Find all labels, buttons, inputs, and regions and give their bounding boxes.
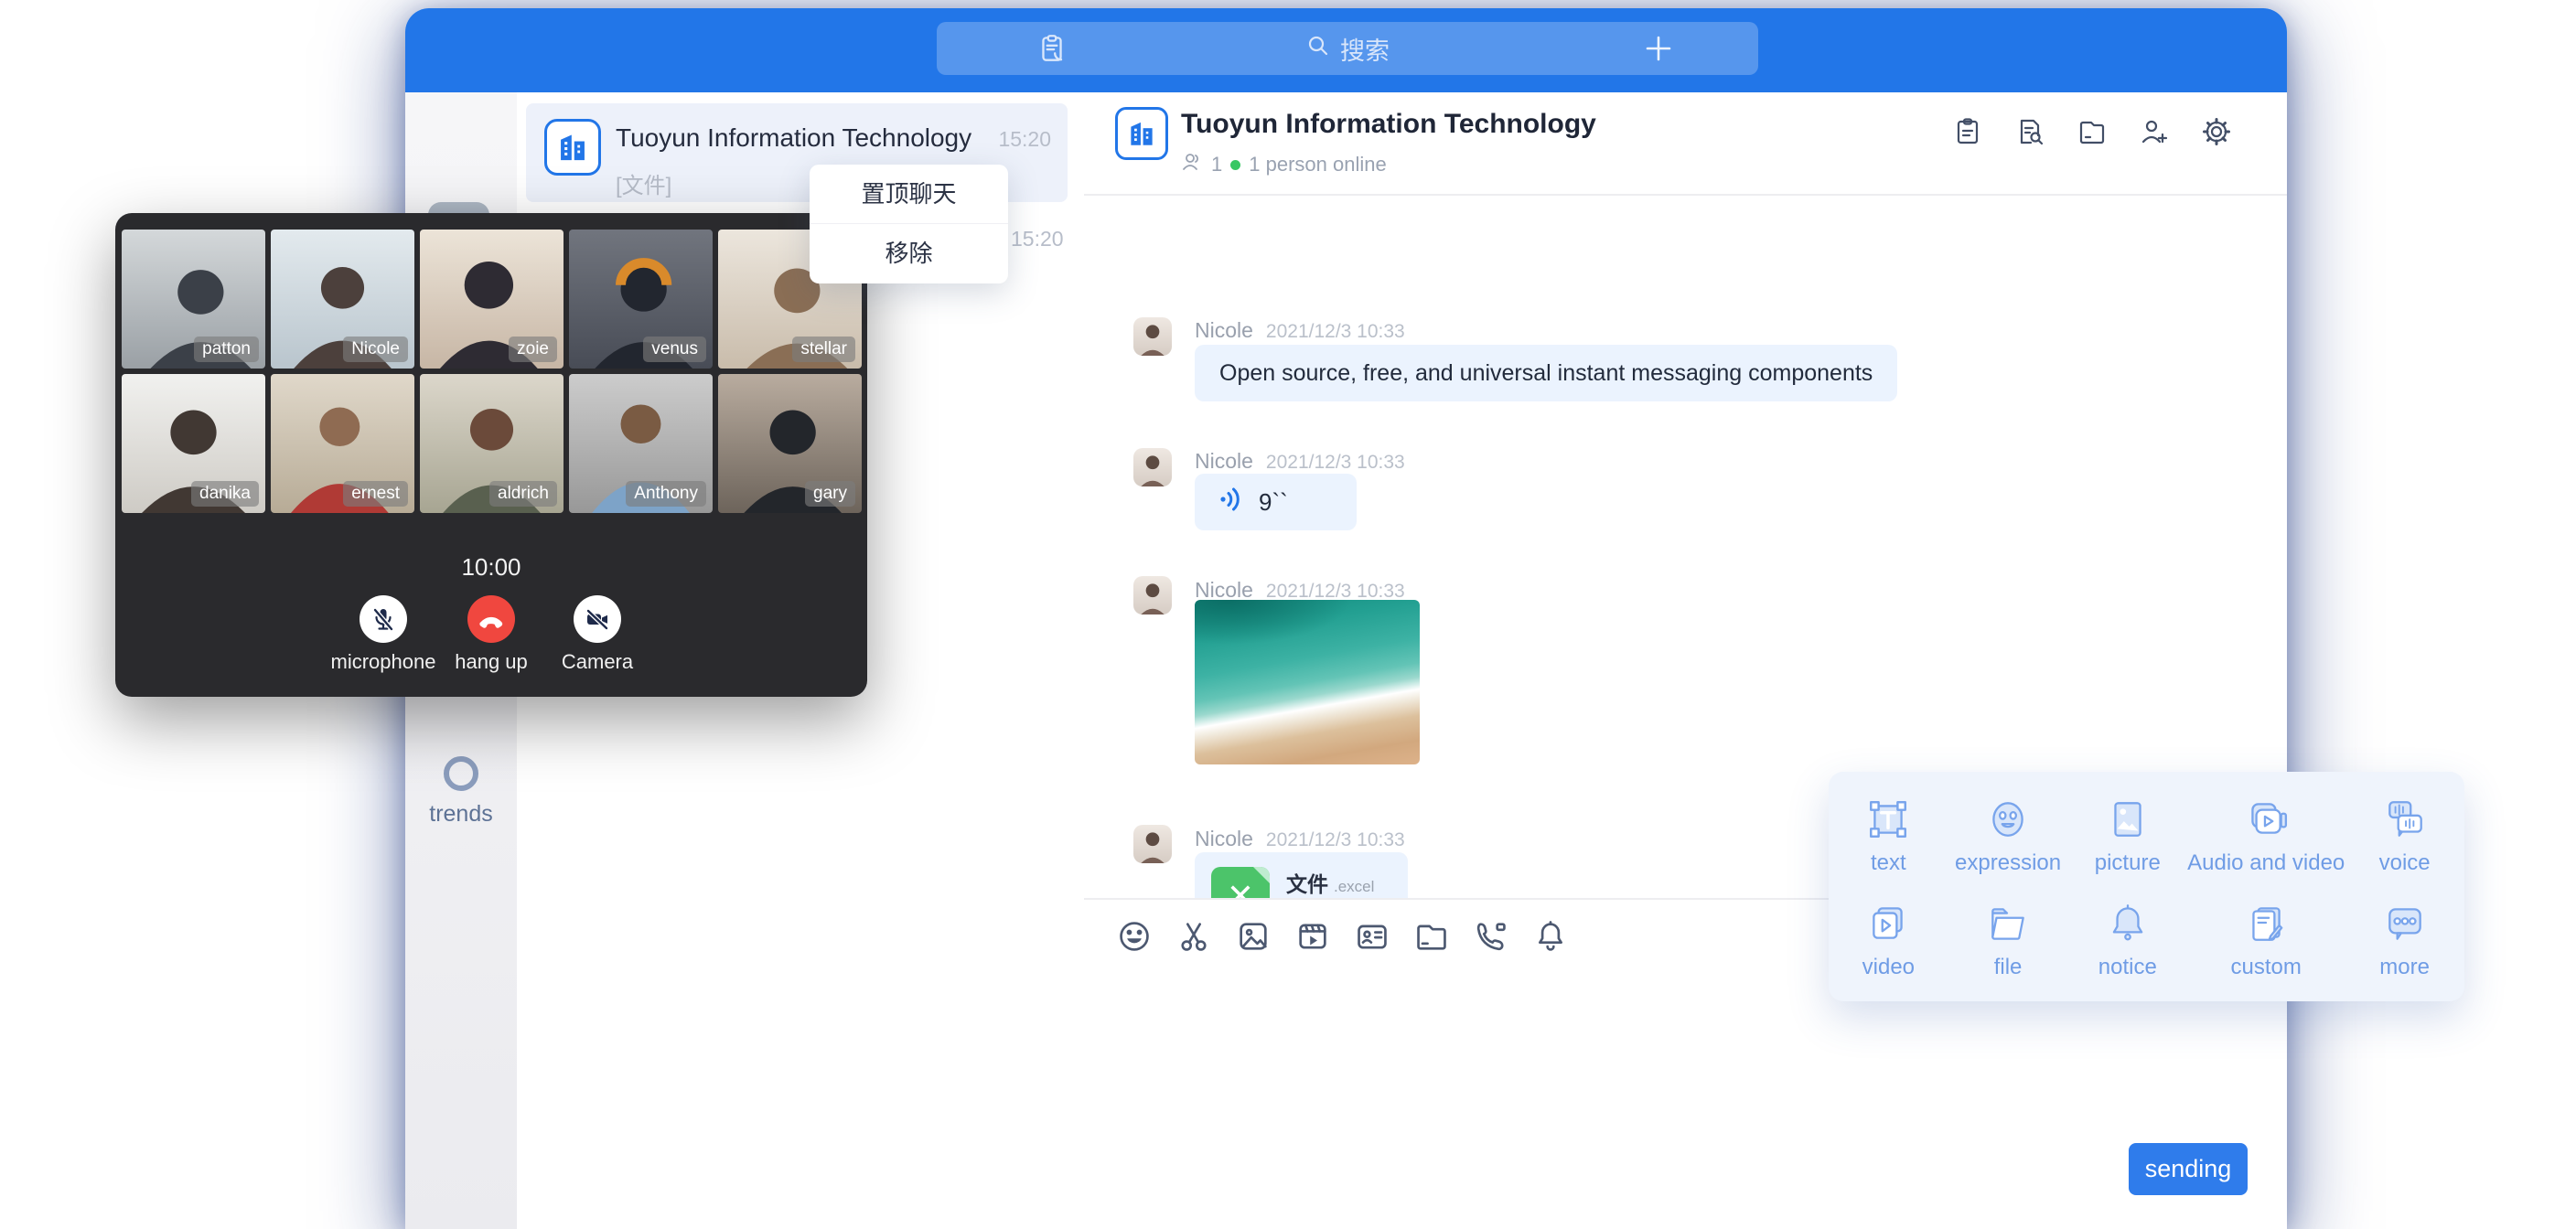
notification-icon[interactable] [1532,918,1569,955]
panel-item-more[interactable]: more [2345,889,2464,993]
message-meta: Nicole 2021/12/3 10:33 [1195,827,1405,851]
panel-item-video[interactable]: video [1829,889,1948,993]
chat-panel: Tuoyun Information Technology 1 1 person… [1084,92,2287,1229]
panel-item-voice[interactable]: voice [2345,785,2464,889]
trends-label: trends [405,801,517,828]
participant-name: stellar [792,337,855,362]
folder-icon[interactable] [1413,918,1450,955]
call-timer: 10:00 [115,553,867,582]
conversation-title: Tuoyun Information Technology [616,123,971,153]
rail-item-trends[interactable]: trends [405,756,517,828]
sender-avatar[interactable] [1133,825,1172,863]
participant-name: zoie [509,337,557,362]
image-icon[interactable] [1235,918,1272,955]
message-timestamp: 2021/12/3 10:33 [1266,829,1405,850]
camera-mute-button[interactable] [574,595,621,643]
participant-name: danika [191,481,259,507]
plus-icon[interactable] [1643,33,1674,69]
participant-tile[interactable]: aldrich [420,374,564,513]
image-message[interactable] [1195,600,1420,764]
message-timestamp: 2021/12/3 10:33 [1266,321,1405,342]
context-menu: 置顶聊天 移除 [810,165,1008,283]
members-icon [1181,151,1203,178]
panel-item-audio-video[interactable]: Audio and video [2187,785,2345,889]
sender-name: Nicole [1195,449,1253,473]
file-name: 文件.excel [1286,867,1374,898]
video-call-icon[interactable] [1473,918,1509,955]
group-avatar[interactable] [1115,107,1168,160]
participant-tile[interactable]: venus [569,230,713,369]
online-status: 1 person online [1249,153,1386,176]
contact-card-icon[interactable] [1354,918,1390,955]
top-bar: 搜索 [405,8,2287,92]
participant-tile[interactable]: patton [122,230,265,369]
message-meta: Nicole 2021/12/3 10:33 [1195,449,1405,474]
group-avatar [544,119,601,176]
panel-item-custom[interactable]: custom [2187,889,2345,993]
settings-icon[interactable] [2201,116,2232,147]
panel-item-text[interactable]: text [1829,785,1948,889]
participant-tile[interactable]: Anthony [569,374,713,513]
trends-icon [444,756,478,791]
excel-file-icon: ✕ [1211,867,1270,898]
voice-message-bubble[interactable]: 9`` [1195,474,1357,530]
message-type-panel: text expression picture Audio and video … [1829,772,2464,1001]
participant-name: patton [194,337,259,362]
participant-tile[interactable]: Nicole [271,230,414,369]
chat-title: Tuoyun Information Technology [1181,109,1596,140]
notice-board-icon[interactable] [1952,116,1983,147]
emoji-icon[interactable] [1116,918,1153,955]
panel-item-expression[interactable]: expression [1948,785,2068,889]
search-icon [1305,33,1331,65]
panel-item-file[interactable]: file [1948,889,2068,993]
send-button[interactable]: sending [2129,1143,2248,1195]
message-timestamp: 2021/12/3 10:33 [1266,581,1405,602]
participant-name: aldrich [489,481,557,507]
participant-name: Nicole [343,337,408,362]
participant-grid: patton Nicole zoie venus stellar danika … [122,230,862,513]
video-icon[interactable] [1294,918,1331,955]
video-call-overlay: patton Nicole zoie venus stellar danika … [115,213,867,697]
conversation-last-message: [文件] [616,167,671,199]
online-dot [1230,160,1240,170]
menu-item-remove[interactable]: 移除 [810,223,1008,283]
message-meta: Nicole 2021/12/3 10:33 [1195,318,1405,343]
text-message-bubble[interactable]: Open source, free, and universal instant… [1195,345,1897,401]
chat-header: Tuoyun Information Technology 1 1 person… [1084,92,2287,196]
sender-name: Nicole [1195,318,1253,342]
search-box[interactable]: 搜索 [937,22,1758,75]
participant-tile[interactable]: danika [122,374,265,513]
camera-label: Camera [524,650,671,674]
participant-name: Anthony [626,481,706,507]
file-icon[interactable] [2077,116,2108,147]
panel-item-picture[interactable]: picture [2067,785,2187,889]
sender-avatar[interactable] [1133,317,1172,356]
chat-record-search-icon[interactable] [2014,116,2045,147]
message-timestamp: 2021/12/3 10:33 [1266,452,1405,473]
participant-tile[interactable]: gary [718,374,862,513]
voice-wave-icon [1217,485,1246,520]
add-member-icon[interactable] [2139,116,2170,147]
screenshot-icon[interactable] [1175,918,1212,955]
panel-item-notice[interactable]: notice [2067,889,2187,993]
hang-up-button[interactable] [467,595,515,643]
sender-name: Nicole [1195,578,1253,602]
file-message-bubble[interactable]: ✕ 文件.excel 12.8M [1195,852,1408,898]
participant-tile[interactable]: zoie [420,230,564,369]
message-meta: Nicole 2021/12/3 10:33 [1195,578,1405,603]
participant-name: gary [805,481,855,507]
member-count: 1 [1211,153,1222,176]
participant-name: ernest [343,481,408,507]
participant-tile[interactable]: ernest [271,374,414,513]
conversation-time: 15:20 [998,127,1051,152]
sender-name: Nicole [1195,827,1253,850]
participant-name: venus [643,337,706,362]
sender-avatar[interactable] [1133,576,1172,614]
search-placeholder[interactable]: 搜索 [1340,31,1390,67]
voice-duration: 9`` [1259,488,1288,517]
conversation-time: 15:20 [1011,227,1064,251]
microphone-mute-button[interactable] [360,595,407,643]
sender-avatar[interactable] [1133,448,1172,486]
menu-item-pin-chat[interactable]: 置顶聊天 [810,165,1008,223]
